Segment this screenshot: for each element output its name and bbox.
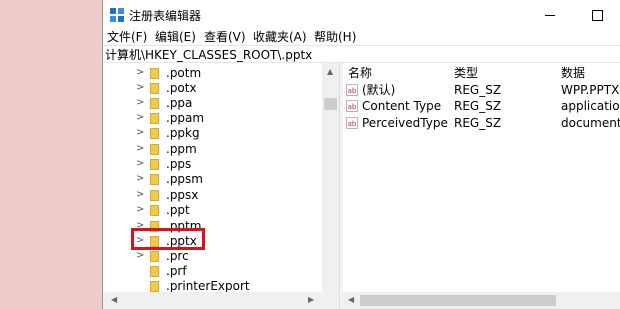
title-bar[interactable]: 注册表编辑器	[103, 0, 620, 30]
string-value-icon: ab	[346, 100, 358, 112]
tree-item[interactable]: > .ppsx	[103, 187, 323, 203]
tree-item[interactable]: .prf	[103, 263, 323, 279]
folder-icon	[150, 190, 159, 201]
expand-arrow-icon[interactable]: >	[136, 97, 144, 108]
desktop-background	[0, 0, 104, 309]
column-header-type[interactable]: 类型	[454, 65, 478, 81]
string-value-icon: ab	[346, 84, 358, 96]
value-name: PerceivedType	[362, 116, 448, 130]
values-horizontal-scrollbar[interactable]: ◀	[342, 292, 620, 309]
tree-item-label: .potx	[166, 81, 197, 95]
value-type: REG_SZ	[454, 116, 502, 130]
tree-vertical-scrollbar[interactable]: ▲	[322, 63, 339, 309]
selection-highlight-box	[131, 228, 205, 250]
scroll-left-icon[interactable]: ◀	[111, 295, 117, 304]
folder-icon	[150, 98, 159, 109]
tree-item-label: .pps	[166, 157, 192, 171]
tree-item-label: .ppa	[166, 96, 193, 110]
folder-icon	[150, 266, 159, 277]
window-title: 注册表编辑器	[129, 9, 202, 23]
folder-icon	[150, 174, 159, 185]
tree-item-label: .ppkg	[166, 126, 200, 140]
folder-icon	[150, 205, 159, 216]
expand-arrow-icon[interactable]: >	[136, 143, 144, 154]
tree-horizontal-scrollbar[interactable]: ◀ ▶	[103, 292, 322, 309]
address-bar[interactable]: 计算机\HKEY_CLASSES_ROOT\.pptx	[103, 45, 620, 63]
scrollbar-thumb[interactable]	[324, 98, 337, 110]
value-name: (默认)	[362, 83, 396, 97]
tree-item-label: .prf	[166, 264, 187, 278]
expand-arrow-icon[interactable]: >	[136, 112, 144, 123]
value-row[interactable]: ab PerceivedType REG_SZ document	[342, 115, 620, 132]
expand-arrow-icon[interactable]: >	[136, 67, 144, 78]
tree-item-label: .potm	[166, 66, 202, 80]
expand-arrow-icon[interactable]: >	[136, 250, 144, 261]
tree-item[interactable]: > .ppm	[103, 141, 323, 157]
expand-arrow-icon[interactable]: >	[136, 204, 144, 215]
expand-arrow-icon[interactable]: >	[136, 173, 144, 184]
value-type: REG_SZ	[454, 83, 502, 97]
tree-item-label: .prc	[166, 249, 189, 263]
menu-file[interactable]: 文件(F)	[107, 28, 147, 46]
expand-arrow-icon[interactable]: >	[136, 189, 144, 200]
folder-icon	[150, 281, 159, 292]
registry-editor-window: 注册表编辑器 文件(F) 编辑(E) 查看(V) 收藏夹(A) 帮助(H) 计算…	[102, 0, 620, 309]
registry-editor-icon	[110, 8, 124, 22]
tree-item[interactable]: > .potx	[103, 80, 323, 96]
tree-item[interactable]: > .ppam	[103, 110, 323, 126]
tree-item[interactable]: > .ppt	[103, 202, 323, 218]
scrollbar-thumb[interactable]	[360, 295, 556, 306]
folder-icon	[150, 68, 159, 79]
value-type: REG_SZ	[454, 99, 502, 113]
scroll-left-icon[interactable]: ◀	[348, 295, 354, 304]
column-header-name[interactable]: 名称	[348, 65, 372, 81]
value-row[interactable]: ab (默认) REG_SZ WPP.PPTX.6	[342, 82, 620, 99]
value-data: application/	[561, 99, 620, 113]
menu-help[interactable]: 帮助(H)	[314, 28, 356, 46]
value-row[interactable]: ab Content Type REG_SZ application/	[342, 98, 620, 115]
expand-arrow-icon[interactable]: >	[136, 127, 144, 138]
menu-view[interactable]: 查看(V)	[204, 28, 246, 46]
tree-item[interactable]: > .ppa	[103, 95, 323, 111]
tree-item-label: .ppm	[166, 142, 197, 156]
string-value-icon: ab	[346, 117, 358, 129]
value-data: WPP.PPTX.6	[561, 83, 620, 97]
folder-icon	[150, 83, 159, 94]
folder-icon	[150, 128, 159, 139]
tree-item-label: .ppsm	[166, 172, 203, 186]
maximize-button[interactable]	[573, 0, 620, 30]
scroll-up-icon[interactable]: ▲	[327, 67, 333, 76]
tree-item[interactable]: > .prc	[103, 248, 323, 264]
tree-pane: > .potm > .potx > .ppa > .ppam > .ppkg >…	[103, 63, 339, 309]
values-pane: 名称 类型 数据 ab (默认) REG_SZ WPP.PPTX.6 ab Co…	[342, 63, 620, 309]
folder-icon	[150, 144, 159, 155]
tree-item[interactable]: > .ppkg	[103, 125, 323, 141]
tree-item[interactable]: > .pps	[103, 156, 323, 172]
scroll-right-icon[interactable]: ▶	[308, 295, 314, 304]
folder-icon	[150, 251, 159, 262]
tree-item-label: .ppam	[166, 111, 205, 125]
tree-item[interactable]: > .ppsm	[103, 171, 323, 187]
folder-icon	[150, 113, 159, 124]
expand-arrow-icon[interactable]: >	[136, 158, 144, 169]
menu-edit[interactable]: 编辑(E)	[155, 28, 196, 46]
menu-favorites[interactable]: 收藏夹(A)	[253, 28, 307, 46]
tree-item-label: .ppsx	[166, 188, 199, 202]
folder-icon	[150, 159, 159, 170]
tree-item-label: .ppt	[166, 203, 190, 217]
minimize-button[interactable]	[527, 0, 573, 30]
expand-arrow-icon[interactable]: >	[136, 82, 144, 93]
menu-bar: 文件(F) 编辑(E) 查看(V) 收藏夹(A) 帮助(H)	[103, 28, 620, 46]
value-name: Content Type	[362, 99, 442, 113]
tree-item[interactable]: > .potm	[103, 65, 323, 81]
value-data: document	[561, 116, 620, 130]
column-header-data[interactable]: 数据	[561, 65, 585, 81]
